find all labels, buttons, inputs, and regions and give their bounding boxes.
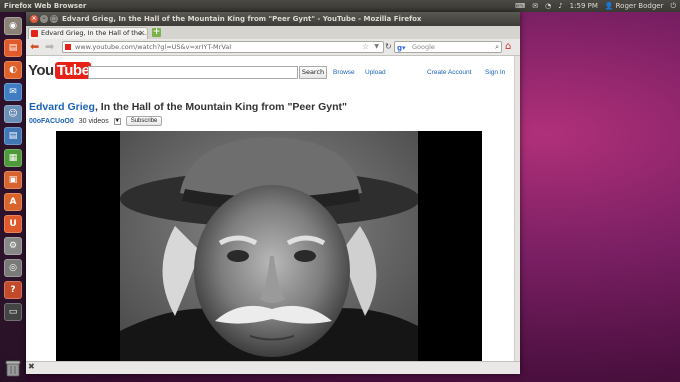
- forward-button[interactable]: ➡: [45, 41, 54, 53]
- create-account-link[interactable]: Create Account: [427, 69, 471, 76]
- youtube-logo[interactable]: You Tube: [28, 62, 92, 79]
- reload-icon[interactable]: ↻: [385, 42, 394, 52]
- tab-youtube[interactable]: Edvard Grieg, In the Hall of the... ×: [28, 27, 148, 39]
- youtube-favicon-icon: [31, 30, 38, 37]
- logo-you: You: [28, 62, 54, 79]
- files-icon[interactable]: ▤: [4, 39, 22, 57]
- video-title: Edvard Grieg, In the Hall of the Mountai…: [29, 101, 347, 113]
- calc-icon[interactable]: ▦: [4, 149, 22, 167]
- video-title-rest: , In the Hall of the Mountain King from …: [94, 101, 347, 113]
- home-icon[interactable]: ⌂: [505, 41, 511, 52]
- user-name: Roger Bodger: [615, 2, 664, 10]
- close-tab-icon[interactable]: ×: [139, 28, 145, 39]
- launcher: ◉ ▤ ◐ ✉ ☺ ▤ ▦ ▣ A U ⚙ ◎? ▭: [0, 12, 26, 382]
- system-settings-icon[interactable]: ⚙: [4, 237, 22, 255]
- add-on-bar: ✖: [26, 361, 520, 374]
- search-placeholder: Google: [412, 43, 435, 51]
- channel-link[interactable]: 00oFACUoO0: [29, 118, 74, 125]
- search-engine-box[interactable]: g▾ Google ⌕: [394, 41, 502, 53]
- panel-indicators: ⌨ ✉ ◔ ♪ 1:59 PM 👤 Roger Bodger ⏻: [515, 0, 676, 12]
- navigation-toolbar: ⬅ ➡ www.youtube.com/watch?gl=US&v=xrIYT-…: [26, 39, 520, 56]
- maximize-window-button[interactable]: □: [50, 15, 58, 23]
- tab-bar: Edvard Grieg, In the Hall of the... × +: [26, 26, 520, 39]
- channel-dropdown-icon[interactable]: ▼: [113, 117, 121, 125]
- trash-icon[interactable]: [3, 358, 23, 378]
- logo-tube: Tube: [54, 62, 92, 79]
- network-icon[interactable]: ◔: [545, 0, 551, 12]
- clock[interactable]: 1:59 PM: [570, 0, 598, 12]
- site-identity-icon[interactable]: [65, 44, 71, 50]
- sound-icon[interactable]: ♪: [558, 0, 562, 12]
- vertical-scrollbar[interactable]: [514, 56, 520, 361]
- webcam-icon[interactable]: ◎: [4, 259, 22, 277]
- help-icon[interactable]: ?: [4, 281, 22, 299]
- url-text: www.youtube.com/watch?gl=US&v=xrIYT-MrVa…: [75, 43, 232, 51]
- empathy-icon[interactable]: ☺: [4, 105, 22, 123]
- firefox-window: × – □ Edvard Grieg, In the Hall of the M…: [26, 12, 520, 374]
- video-player[interactable]: [56, 131, 482, 361]
- new-tab-button[interactable]: +: [152, 28, 161, 37]
- youtube-search-button[interactable]: Search: [299, 66, 327, 79]
- user-menu[interactable]: 👤 Roger Bodger: [605, 0, 664, 12]
- video-count: 30 videos: [78, 117, 109, 125]
- page-content: You Tube Search Browse Upload Create Acc…: [26, 56, 514, 361]
- minimize-window-button[interactable]: –: [40, 15, 48, 23]
- upload-link[interactable]: Upload: [365, 69, 386, 76]
- active-app-title: Firefox Web Browser: [4, 2, 87, 10]
- bookmark-star-icon[interactable]: ☆: [362, 42, 369, 52]
- url-bar[interactable]: www.youtube.com/watch?gl=US&v=xrIYT-MrVa…: [62, 41, 384, 53]
- close-add-on-bar-icon[interactable]: ✖: [28, 362, 35, 371]
- search-icon[interactable]: ⌕: [495, 42, 499, 52]
- terminal-icon[interactable]: ▭: [4, 303, 22, 321]
- user-icon: 👤: [604, 2, 614, 10]
- tab-label: Edvard Grieg, In the Hall of the...: [41, 29, 148, 37]
- window-titlebar[interactable]: × – □ Edvard Grieg, In the Hall of the M…: [26, 12, 520, 26]
- dash-icon[interactable]: ◉: [4, 17, 22, 35]
- keyboard-indicator[interactable]: ⌨: [515, 0, 525, 12]
- browse-link[interactable]: Browse: [333, 69, 355, 76]
- firefox-icon[interactable]: ◐: [4, 61, 22, 79]
- subscribe-button[interactable]: Subscribe: [125, 116, 163, 126]
- back-button[interactable]: ⬅: [30, 41, 39, 53]
- sign-in-link[interactable]: Sign In: [485, 69, 505, 76]
- window-title: Edvard Grieg, In the Hall of the Mountai…: [62, 15, 422, 23]
- channel-row: 00oFACUoO0 30 videos ▼ Subscribe: [29, 116, 163, 126]
- mail-icon[interactable]: ✉: [532, 0, 538, 12]
- thunderbird-icon[interactable]: ✉: [4, 83, 22, 101]
- ubuntu-one-icon[interactable]: U: [4, 215, 22, 233]
- software-center-icon[interactable]: A: [4, 193, 22, 211]
- writer-icon[interactable]: ▤: [4, 127, 22, 145]
- top-panel: Firefox Web Browser ⌨ ✉ ◔ ♪ 1:59 PM 👤 Rog…: [0, 0, 680, 12]
- power-icon[interactable]: ⏻: [670, 0, 676, 12]
- url-dropdown-icon[interactable]: ▼: [374, 42, 379, 52]
- impress-icon[interactable]: ▣: [4, 171, 22, 189]
- video-title-artist-link[interactable]: Edvard Grieg: [29, 101, 95, 113]
- close-window-button[interactable]: ×: [30, 15, 38, 23]
- youtube-search-input[interactable]: [88, 66, 298, 79]
- video-frame-portrait[interactable]: [120, 131, 418, 361]
- google-icon[interactable]: g▾: [397, 43, 406, 53]
